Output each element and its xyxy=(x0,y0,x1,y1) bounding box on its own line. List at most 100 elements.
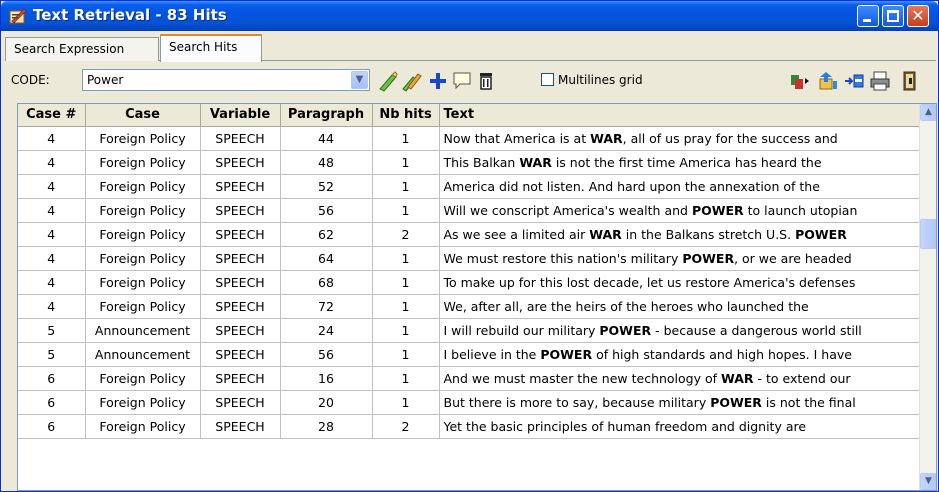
export-icon[interactable] xyxy=(789,70,811,92)
add-code-icon[interactable] xyxy=(377,70,399,92)
cell-case-no[interactable]: 4 xyxy=(18,198,86,223)
cell-text[interactable]: We, after all, are the heirs of the hero… xyxy=(439,294,923,319)
chevron-down-icon[interactable]: ▼ xyxy=(351,71,368,89)
table-row[interactable]: 6 Foreign Policy SPEECH 16 1 And we must mast… xyxy=(18,366,923,391)
cell-case[interactable]: Foreign Policy xyxy=(85,198,201,223)
cell-nb-hits[interactable]: 1 xyxy=(372,390,440,415)
cell-variable[interactable]: SPEECH xyxy=(200,366,281,391)
cell-paragraph[interactable]: 44 xyxy=(280,126,373,151)
cell-case[interactable]: Announcement xyxy=(85,342,201,367)
cell-case-no[interactable]: 5 xyxy=(18,342,86,367)
close-button[interactable]: ✕ xyxy=(907,5,929,27)
column-header-case[interactable]: Case xyxy=(85,104,201,127)
cell-nb-hits[interactable]: 2 xyxy=(372,222,440,247)
cell-nb-hits[interactable]: 1 xyxy=(372,318,440,343)
cell-variable[interactable]: SPEECH xyxy=(200,126,281,151)
cell-variable[interactable]: SPEECH xyxy=(200,150,281,175)
scroll-thumb[interactable] xyxy=(920,219,936,249)
table-row[interactable]: 4 Foreign Policy SPEECH 52 1 America did not … xyxy=(18,174,923,199)
table-row[interactable]: 4 Foreign Policy SPEECH 68 1 To make up for t… xyxy=(18,270,923,295)
cell-nb-hits[interactable]: 1 xyxy=(372,270,440,295)
plus-icon[interactable] xyxy=(427,70,449,92)
cell-variable[interactable]: SPEECH xyxy=(200,198,281,223)
cell-text[interactable]: This Balkan WAR is not the first time Am… xyxy=(439,150,923,175)
table-row[interactable]: 5 Announcement SPEECH 56 1 I believe in the P… xyxy=(18,342,923,367)
cell-case[interactable]: Foreign Policy xyxy=(85,270,201,295)
code-dropdown[interactable]: Power ▼ xyxy=(82,69,370,91)
cell-text[interactable]: Now that America is at WAR, all of us pr… xyxy=(439,126,923,151)
print-icon[interactable] xyxy=(869,70,891,92)
cell-nb-hits[interactable]: 1 xyxy=(372,174,440,199)
cell-case[interactable]: Foreign Policy xyxy=(85,150,201,175)
table-row[interactable]: 4 Foreign Policy SPEECH 48 1 This Balkan WAR … xyxy=(18,150,923,175)
cell-paragraph[interactable]: 64 xyxy=(280,246,373,271)
cell-case[interactable]: Foreign Policy xyxy=(85,366,201,391)
cell-nb-hits[interactable]: 1 xyxy=(372,294,440,319)
tab-search-expression[interactable]: Search Expression xyxy=(5,37,159,61)
column-header-case-no[interactable]: Case # xyxy=(18,104,86,127)
table-row[interactable]: 4 Foreign Policy SPEECH 64 1 We must restore … xyxy=(18,246,923,271)
cell-nb-hits[interactable]: 1 xyxy=(372,366,440,391)
cell-case-no[interactable]: 4 xyxy=(18,150,86,175)
cell-text[interactable]: To make up for this lost decade, let us … xyxy=(439,270,923,295)
table-row[interactable]: 4 Foreign Policy SPEECH 56 1 Will we conscrip… xyxy=(18,198,923,223)
cell-variable[interactable]: SPEECH xyxy=(200,318,281,343)
cell-case[interactable]: Foreign Policy xyxy=(85,390,201,415)
cell-case[interactable]: Foreign Policy xyxy=(85,414,201,439)
table-row[interactable]: 6 Foreign Policy SPEECH 28 2 Yet the basic pr… xyxy=(18,414,923,439)
cell-paragraph[interactable]: 62 xyxy=(280,222,373,247)
tab-search-hits[interactable]: Search Hits xyxy=(160,34,262,62)
cell-case-no[interactable]: 6 xyxy=(18,414,86,439)
cell-case-no[interactable]: 4 xyxy=(18,246,86,271)
column-header-text[interactable]: Text xyxy=(439,104,923,127)
cell-case[interactable]: Foreign Policy xyxy=(85,246,201,271)
vertical-scrollbar[interactable]: ▲ ▼ xyxy=(919,104,936,490)
cell-nb-hits[interactable]: 1 xyxy=(372,150,440,175)
cell-case[interactable]: Announcement xyxy=(85,318,201,343)
cell-paragraph[interactable]: 68 xyxy=(280,270,373,295)
cell-variable[interactable]: SPEECH xyxy=(200,174,281,199)
table-row[interactable]: 4 Foreign Policy SPEECH 44 1 Now that America… xyxy=(18,126,923,151)
cell-case[interactable]: Foreign Policy xyxy=(85,126,201,151)
table-row[interactable]: 6 Foreign Policy SPEECH 20 1 But there is mor… xyxy=(18,390,923,415)
cell-case[interactable]: Foreign Policy xyxy=(85,294,201,319)
column-header-nb-hits[interactable]: Nb hits xyxy=(372,104,440,127)
multilines-grid-checkbox[interactable] xyxy=(541,73,554,86)
cell-case-no[interactable]: 5 xyxy=(18,318,86,343)
goto-icon[interactable] xyxy=(843,70,865,92)
cell-variable[interactable]: SPEECH xyxy=(200,342,281,367)
cell-nb-hits[interactable]: 1 xyxy=(372,198,440,223)
cell-paragraph[interactable]: 56 xyxy=(280,342,373,367)
cell-nb-hits[interactable]: 1 xyxy=(372,246,440,271)
scroll-down-button[interactable]: ▼ xyxy=(920,473,936,490)
table-row[interactable]: 4 Foreign Policy SPEECH 72 1 We, after all, a… xyxy=(18,294,923,319)
cell-case-no[interactable]: 4 xyxy=(18,294,86,319)
search-hits-grid[interactable]: Case # Case Variable Paragraph Nb hits T… xyxy=(17,103,937,491)
cell-paragraph[interactable]: 48 xyxy=(280,150,373,175)
column-header-variable[interactable]: Variable xyxy=(200,104,281,127)
cell-text[interactable]: We must restore this nation's military P… xyxy=(439,246,923,271)
cell-case-no[interactable]: 6 xyxy=(18,390,86,415)
cell-case-no[interactable]: 4 xyxy=(18,222,86,247)
delete-icon[interactable] xyxy=(475,70,497,92)
table-row[interactable]: 5 Announcement SPEECH 24 1 I will rebuild our… xyxy=(18,318,923,343)
cell-paragraph[interactable]: 20 xyxy=(280,390,373,415)
column-header-paragraph[interactable]: Paragraph xyxy=(280,104,373,127)
cell-case-no[interactable]: 4 xyxy=(18,174,86,199)
cell-text[interactable]: I will rebuild our military POWER - beca… xyxy=(439,318,923,343)
minimize-button[interactable] xyxy=(857,5,879,27)
scroll-up-button[interactable]: ▲ xyxy=(920,104,936,121)
cell-paragraph[interactable]: 28 xyxy=(280,414,373,439)
comment-icon[interactable] xyxy=(451,70,473,92)
cell-variable[interactable]: SPEECH xyxy=(200,222,281,247)
cell-paragraph[interactable]: 72 xyxy=(280,294,373,319)
cell-text[interactable]: As we see a limited air WAR in the Balka… xyxy=(439,222,923,247)
cell-variable[interactable]: SPEECH xyxy=(200,294,281,319)
cell-text[interactable]: America did not listen. And hard upon th… xyxy=(439,174,923,199)
cell-nb-hits[interactable]: 1 xyxy=(372,126,440,151)
cell-text[interactable]: And we must master the new technology of… xyxy=(439,366,923,391)
exit-icon[interactable] xyxy=(899,70,921,92)
cell-text[interactable]: Yet the basic principles of human freedo… xyxy=(439,414,923,439)
cell-variable[interactable]: SPEECH xyxy=(200,270,281,295)
cell-variable[interactable]: SPEECH xyxy=(200,390,281,415)
